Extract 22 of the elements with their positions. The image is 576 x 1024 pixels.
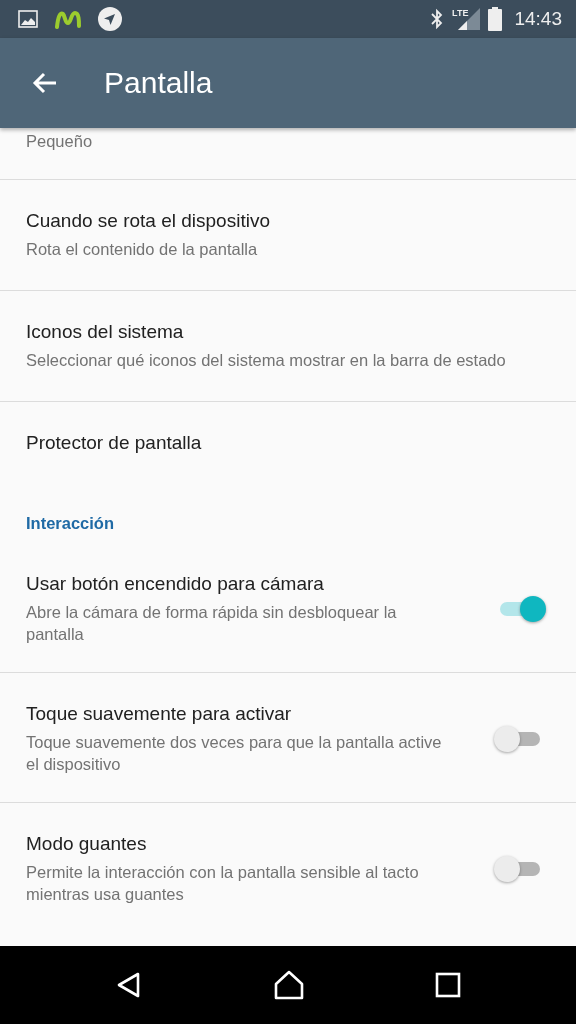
setting-summary: Permite la interacción con la pantalla sensible al tacto mientras usa guantes	[26, 862, 420, 905]
navigation-icon	[98, 7, 122, 31]
settings-item[interactable]: Iconos del sistema Seleccionar qué iconos del sistema mostrar en la barra de estado	[0, 291, 576, 401]
home-icon	[273, 970, 305, 1000]
setting-title: Modo guantes	[26, 833, 148, 855]
settings-item[interactable]: Cuando se rota el dispositivo Rota el contenido de la pantalla	[0, 180, 576, 290]
bluetooth-icon	[430, 8, 445, 30]
screen-title: Pantalla	[104, 66, 213, 100]
square-icon	[435, 972, 461, 998]
setting-summary: Toque suavemente dos veces para que la pantalla active el dispositivo	[26, 732, 443, 775]
battery-icon	[488, 7, 503, 31]
category-header: Interacción	[26, 514, 115, 532]
settings-item[interactable]: Protector de pantalla	[0, 402, 576, 484]
setting-title: Usar botón encendido para cámara	[26, 573, 325, 595]
setting-summary: Abre la cámara de forma rápida sin desbloquear la pantalla	[26, 602, 398, 645]
settings-item[interactable]: Pequeño	[0, 128, 576, 179]
carrier-logo-icon	[54, 9, 82, 29]
clock: 14:43	[514, 8, 562, 30]
network-type: LTE	[452, 8, 469, 18]
setting-title: Toque suavemente para activar	[26, 703, 293, 725]
gallery-icon	[18, 10, 38, 28]
back-arrow-icon	[32, 71, 58, 95]
